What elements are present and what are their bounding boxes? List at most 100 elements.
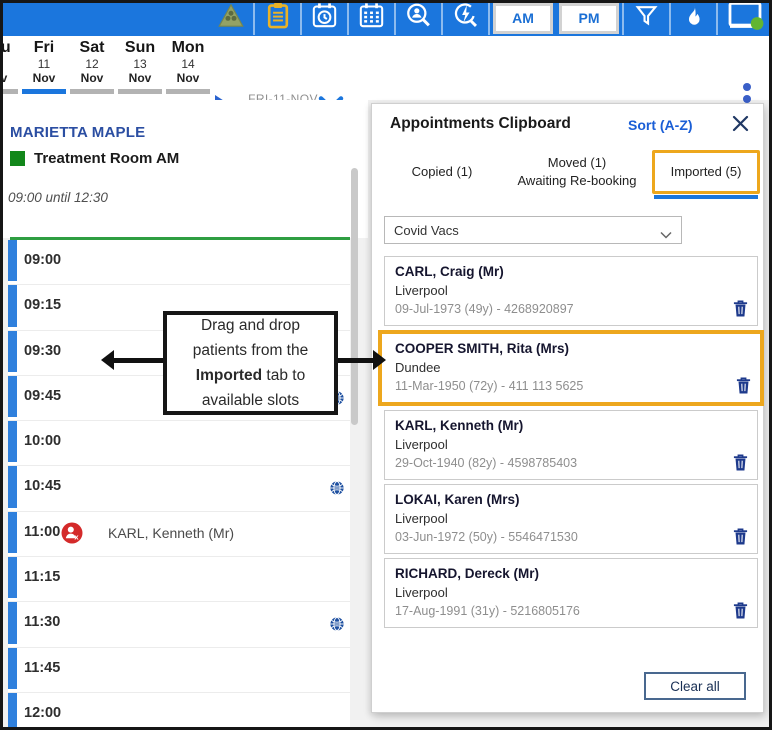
patient-city: Liverpool bbox=[395, 281, 747, 300]
date-navigation-bar: Thu10NovFri11NovSat12NovSun13NovMon14Nov… bbox=[0, 36, 772, 100]
day-column-sat[interactable]: Sat12Nov bbox=[68, 38, 116, 94]
day-selection-bar bbox=[166, 89, 210, 94]
day-selection-bar bbox=[118, 89, 162, 94]
delete-trash-icon[interactable] bbox=[733, 528, 748, 545]
delete-trash-icon[interactable] bbox=[733, 300, 748, 317]
appointment-slot-1115[interactable]: 11:15 bbox=[8, 557, 350, 602]
tab-label: Copied (1) bbox=[412, 163, 473, 181]
day-column-fri[interactable]: Fri11Nov bbox=[20, 38, 68, 94]
clear-all-button[interactable]: Clear all bbox=[644, 672, 746, 700]
slot-patient-name: KARL, Kenneth (Mr) bbox=[108, 525, 234, 541]
day-label: 14 bbox=[164, 57, 212, 71]
monitor-status-button[interactable] bbox=[716, 2, 772, 35]
filter-button[interactable] bbox=[622, 2, 669, 35]
day-label: Nov bbox=[68, 71, 116, 86]
delete-trash-icon[interactable] bbox=[733, 602, 748, 619]
hazard-triangle-button[interactable] bbox=[208, 2, 253, 35]
day-selection-bar bbox=[22, 89, 66, 94]
am-toggle-label: AM bbox=[493, 3, 553, 34]
day-label: Nov bbox=[164, 71, 212, 86]
appointment-clock-icon bbox=[311, 2, 338, 34]
patient-search-icon bbox=[405, 2, 432, 34]
tab-copied[interactable]: Copied (1) bbox=[382, 150, 502, 194]
monitor-status-icon bbox=[725, 1, 765, 36]
flame-button[interactable] bbox=[669, 2, 716, 35]
slot-color-bar bbox=[8, 376, 17, 417]
slot-color-bar bbox=[8, 602, 17, 643]
refresh-search-button[interactable] bbox=[441, 2, 488, 35]
slot-color-bar bbox=[8, 693, 17, 730]
delete-trash-icon[interactable] bbox=[736, 377, 751, 394]
patient-card-list: CARL, Craig (Mr)Liverpool09-Jul-1973 (49… bbox=[384, 256, 758, 632]
calendar-button[interactable] bbox=[347, 2, 394, 35]
appointment-slot-1145[interactable]: 11:45 bbox=[8, 648, 350, 693]
close-icon[interactable] bbox=[732, 115, 749, 137]
patient-alert-icon: x bbox=[61, 522, 83, 549]
patient-card[interactable]: CARL, Craig (Mr)Liverpool09-Jul-1973 (49… bbox=[384, 256, 758, 326]
appointment-slot-1130[interactable]: 11:30 bbox=[8, 602, 350, 647]
day-label: 13 bbox=[116, 57, 164, 71]
patient-name: COOPER SMITH, Rita (Mrs) bbox=[395, 339, 747, 358]
day-column-mon[interactable]: Mon14Nov bbox=[164, 38, 212, 94]
annotation-line: available slots bbox=[202, 388, 299, 413]
slot-time: 11:45 bbox=[24, 660, 60, 676]
patient-city: Liverpool bbox=[395, 509, 747, 528]
day-label: Nov bbox=[116, 71, 164, 86]
slot-color-bar bbox=[8, 557, 17, 598]
slot-time: 10:45 bbox=[24, 478, 61, 494]
patient-city: Dundee bbox=[395, 358, 747, 377]
appointment-slot-1100[interactable]: 11:00x KARL, Kenneth (Mr) bbox=[8, 512, 350, 557]
patient-card[interactable]: LOKAI, Karen (Mrs)Liverpool03-Jun-1972 (… bbox=[384, 484, 758, 554]
patient-card[interactable]: KARL, Kenneth (Mr)Liverpool29-Oct-1940 (… bbox=[384, 410, 758, 480]
session-row: Treatment Room AM bbox=[10, 150, 179, 167]
sort-az-button[interactable]: Sort (A-Z) bbox=[628, 117, 693, 133]
day-column-sun[interactable]: Sun13Nov bbox=[116, 38, 164, 94]
flame-icon bbox=[682, 3, 706, 34]
patient-search-button[interactable] bbox=[394, 2, 441, 35]
slot-color-bar bbox=[8, 331, 17, 372]
pm-toggle[interactable]: PM bbox=[556, 2, 622, 35]
delete-trash-icon[interactable] bbox=[733, 454, 748, 471]
slot-time: 09:00 bbox=[24, 252, 61, 268]
patient-card[interactable]: COOPER SMITH, Rita (Mrs)Dundee11-Mar-195… bbox=[378, 330, 764, 406]
slot-color-bar bbox=[8, 285, 17, 326]
appointment-slot-0900[interactable]: 09:00 bbox=[8, 240, 350, 285]
day-label: Mon bbox=[164, 38, 212, 57]
day-label: 11 bbox=[20, 57, 68, 71]
clipboard-tabs: Copied (1) Moved (1)Awaiting Re-bookingIm… bbox=[382, 150, 760, 194]
clipboard-icon bbox=[267, 2, 289, 34]
slot-color-bar bbox=[8, 421, 17, 462]
clipboard-button[interactable] bbox=[253, 2, 300, 35]
day-column-thu[interactable]: Thu10Nov bbox=[0, 38, 20, 94]
session-color-swatch bbox=[10, 151, 25, 166]
appointment-clock-button[interactable] bbox=[300, 2, 347, 35]
web-bookable-globe-icon bbox=[330, 481, 344, 500]
am-toggle[interactable]: AM bbox=[488, 2, 556, 35]
patient-city: Liverpool bbox=[395, 435, 747, 454]
patient-card[interactable]: RICHARD, Dereck (Mr)Liverpool17-Aug-1991… bbox=[384, 558, 758, 628]
slot-color-bar bbox=[8, 512, 17, 553]
tab-imported[interactable]: Imported (5) bbox=[652, 150, 760, 194]
annotation-arrow-right bbox=[336, 350, 386, 370]
schedule-scrollbar[interactable] bbox=[351, 168, 358, 425]
tab-sublabel: Awaiting Re-booking bbox=[518, 172, 637, 190]
slot-time: 11:00 bbox=[24, 524, 60, 540]
clipboard-filter-value: Covid Vacs bbox=[394, 223, 459, 238]
day-label: Fri bbox=[20, 38, 68, 57]
appointment-slot-1000[interactable]: 10:00 bbox=[8, 421, 350, 466]
patient-city: Liverpool bbox=[395, 583, 747, 602]
patient-details: 03-Jun-1972 (50y) - 5546471530 bbox=[395, 528, 747, 547]
session-hours: 09:00 until 12:30 bbox=[8, 190, 108, 205]
web-bookable-globe-icon bbox=[330, 617, 344, 636]
appointment-slot-1200[interactable]: 12:00 bbox=[8, 693, 350, 730]
slot-time: 09:15 bbox=[24, 297, 61, 313]
appointment-slot-1045[interactable]: 10:45 bbox=[8, 466, 350, 511]
slot-time: 11:15 bbox=[24, 569, 60, 585]
slot-color-bar bbox=[8, 240, 17, 281]
day-label: Nov bbox=[20, 71, 68, 86]
clipboard-filter-select[interactable]: Covid Vacs bbox=[384, 216, 682, 244]
patient-details: 11-Mar-1950 (72y) - 411 113 5625 bbox=[395, 377, 747, 396]
day-label: Sat bbox=[68, 38, 116, 57]
top-toolbar: AM PM bbox=[0, 0, 772, 36]
tab-moved[interactable]: Moved (1)Awaiting Re-booking bbox=[502, 150, 652, 194]
